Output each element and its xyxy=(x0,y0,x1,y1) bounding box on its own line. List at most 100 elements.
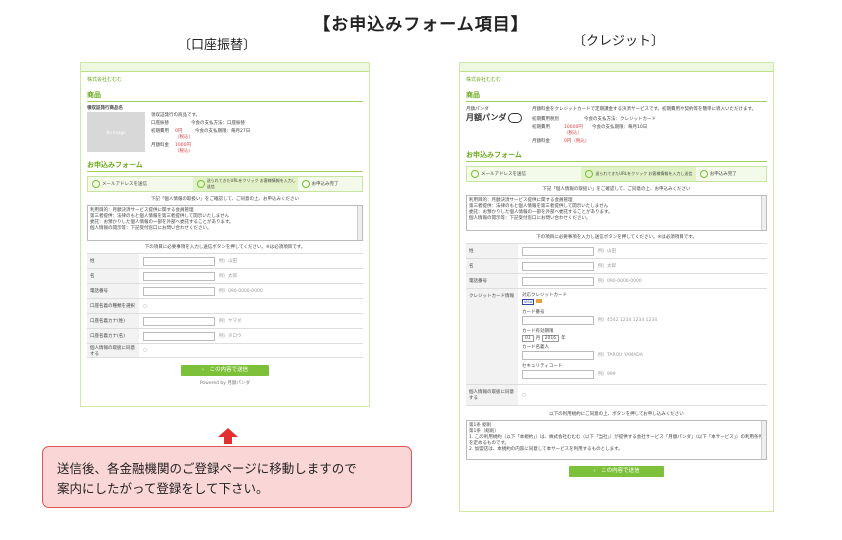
callout-line-1: 送信後、各金融機関のご登録ページに移動しますので xyxy=(57,461,357,476)
product-section-title: 商品 xyxy=(466,90,767,102)
expiry-label: カード有効期限 xyxy=(522,329,554,334)
account-kana-first-input[interactable] xyxy=(143,331,215,341)
fee-label: 初期費用税別 xyxy=(532,117,559,122)
left-field-list: 姓例）山田 名例）太郎 電話番号 例）090-0000-0000 口座名義の種類を… xyxy=(81,253,369,358)
card-types-label: 対応クレジットカード xyxy=(522,293,567,298)
terms-notice: 以下の利用規約にご同意の上、ボタンを押してお申し込みください xyxy=(549,412,684,417)
expiry-year-select[interactable]: 2016 xyxy=(541,335,560,342)
caption-right: 〔クレジット〕 xyxy=(573,34,665,49)
field-row: 姓例）山田 xyxy=(466,243,767,258)
step-2: 送られてきたURLをクリック お客様情報を入力し送信 xyxy=(581,167,696,181)
fee-value: 0円（税込） xyxy=(175,129,193,140)
pay-date: 今会の支払期限：毎月27日 xyxy=(195,129,251,134)
field-row: 口座名義の種類を選択 ○ xyxy=(87,298,363,313)
terms-scrollbar[interactable] xyxy=(761,421,766,459)
field-row: 個人情報の取扱に同意する ○ xyxy=(87,343,363,358)
step-circle-icon xyxy=(301,180,310,188)
plan-label: 口座振替 xyxy=(151,121,169,126)
panel-top-bar xyxy=(460,63,773,72)
account-type-radio[interactable]: ○ xyxy=(143,304,147,309)
privacy-terms-box[interactable]: 利用目的：月額決済サービス提供に関する会員管理 第三者提供：法律のもと個人情報を… xyxy=(87,205,363,241)
last-name-input[interactable] xyxy=(143,256,215,266)
powered-by: Powered by 月額パンダ xyxy=(199,381,251,386)
expiry-month-select[interactable]: 01 xyxy=(522,335,534,342)
field-row: 名例）太郎 xyxy=(87,268,363,283)
card-holder-input[interactable] xyxy=(522,351,594,360)
callout-line-2: 案内にしたがって登録をして下さい。 xyxy=(57,481,269,496)
step-1: メールアドレスを送信 xyxy=(467,167,581,181)
cvv-label: セキュリティコード xyxy=(522,364,563,369)
privacy-agree-checkbox[interactable]: ○ xyxy=(522,393,526,398)
account-kana-last-input[interactable] xyxy=(143,316,215,326)
form-section-title: お申込みフォーム xyxy=(466,150,767,162)
progress-steps: メールアドレスを送信 送られてきたURLをクリック お客様情報を入力し送信 お申… xyxy=(466,166,767,182)
monthly-label: 月額料金 xyxy=(532,139,550,144)
terms-of-use-box[interactable]: 第1条 総則 第1条（総則） 1. この利用規約（以下「本規約」）は、株式会社む… xyxy=(466,420,767,460)
field-row: 個人情報の取扱に同意する ○ xyxy=(466,384,767,406)
step-circle-icon xyxy=(585,170,594,178)
shop-name: 株式会社むむむ xyxy=(87,77,123,83)
pay-method: 今会の支払方法：クレジットカード xyxy=(584,117,656,122)
brand-logo-text: 月額パンダ xyxy=(466,113,507,122)
instruction-callout: 送信後、各金融機関のご登録ページに移動しますので 案内にしたがって登録をして下さ… xyxy=(42,446,412,508)
field-row: 口座名義カナ(名) 例）タロウ xyxy=(87,328,363,343)
holder-label: カード名義人 xyxy=(522,345,549,350)
panel-top-bar xyxy=(81,63,369,72)
first-name-input[interactable] xyxy=(143,271,215,281)
fee2-value: 10000円（税込） xyxy=(564,125,583,136)
card-number-label: カード番号 xyxy=(522,310,545,315)
step-3: お申込み完了 xyxy=(298,177,362,191)
required-notice: 下の項目に必要事項を入力し送信ボタンを押してください。※は必須項目です。 xyxy=(144,245,306,250)
terms-scrollbar[interactable] xyxy=(761,196,766,230)
privacy-agree-checkbox[interactable]: ○ xyxy=(143,348,147,353)
step-circle-icon xyxy=(92,180,100,188)
privacy-notice: 下記「個人情報の取扱い」をご確認して、ご同意の上、お申込みください xyxy=(542,187,691,192)
privacy-notice: 下記「個人情報の取扱い」をご確認して、ご同意の上、お申込みください xyxy=(150,197,300,202)
phone-input[interactable] xyxy=(143,286,215,296)
submit-button[interactable]: › この内容で送信 xyxy=(181,365,269,376)
card-label: クレジットカード情報 xyxy=(466,289,518,384)
up-arrow-icon xyxy=(218,428,238,444)
fee2-label: 初期費用 xyxy=(532,125,550,130)
progress-steps: メールアドレスを送信 送られてきたURLをクリック お客様情報を入力し送信 お申… xyxy=(87,176,363,192)
step-circle-icon xyxy=(699,170,708,178)
caption-left: 〔口座振替〕 xyxy=(178,38,257,53)
first-name-input[interactable] xyxy=(522,261,594,271)
terms-scrollbar[interactable] xyxy=(357,206,362,240)
field-row: 口座名義カナ(姓) 例）ヤマダ xyxy=(87,313,363,328)
field-row: 姓例）山田 xyxy=(87,253,363,268)
monthly-label: 月額料金 xyxy=(151,143,169,148)
shop-name: 株式会社むむむ xyxy=(466,77,502,83)
field-row: 名例）太郎 xyxy=(466,258,767,273)
required-notice: 下の項目に必要事項を入力し送信ボタンを押してください。※は必須項目です。 xyxy=(536,235,697,240)
panda-logo-icon xyxy=(508,112,523,123)
step-3: お申込み完了 xyxy=(696,167,766,181)
product-description: 月額料金をクレジットカードで定期課金する決済サービスです。初期費用や契約等を簡単… xyxy=(532,107,757,112)
last-name-input[interactable] xyxy=(522,246,594,256)
visa-card-icon: VISA xyxy=(522,299,535,305)
product-thumbnail: No Image xyxy=(87,112,145,152)
monthly-value: 0円（税込） xyxy=(564,139,590,144)
field-row: 電話番号 例）090-0000-0000 xyxy=(466,273,767,288)
bank-transfer-form-panel: 株式会社むむむ 商品 領収証発行商品名 No Image 領収証発行の商品です。… xyxy=(80,62,370,407)
card-number-input[interactable] xyxy=(522,316,594,325)
form-section-title: お申込みフォーム xyxy=(87,160,363,172)
product-section-title: 商品 xyxy=(87,90,363,102)
mastercard-icon xyxy=(536,299,543,303)
fee-label: 初期費用 xyxy=(151,129,169,134)
product-description: 領収証発行の商品です。 xyxy=(151,113,201,118)
monthly-value: 1000円（税込） xyxy=(175,143,193,154)
phone-input[interactable] xyxy=(522,276,594,286)
submit-button[interactable]: › この内容で送信 xyxy=(569,466,664,477)
privacy-terms-box[interactable]: 利用目的：月額決済サービス提供に関する会員管理 第三者提供：法律のもと個人情報を… xyxy=(466,195,767,231)
pay-date: 今会の支払期限：毎月10日 xyxy=(592,125,648,130)
credit-card-form-panel: 株式会社むむむ 商品 月額パンダ 月額パンダ 月額料金をクレジットカードで定期課… xyxy=(459,62,774,512)
field-row: 電話番号 例）090-0000-0000 xyxy=(87,283,363,298)
step-circle-icon xyxy=(471,170,479,178)
step-1: メールアドレスを送信 xyxy=(88,177,193,191)
security-code-input[interactable] xyxy=(522,370,594,379)
page-title: 【お申込みフォーム項目】 xyxy=(313,15,529,35)
step-circle-icon xyxy=(196,180,205,188)
pay-method: 今会の支払方法：口座振替 xyxy=(191,121,245,126)
step-2: 送られてきたURLをクリック お客様情報を入力し送信 xyxy=(192,177,298,191)
